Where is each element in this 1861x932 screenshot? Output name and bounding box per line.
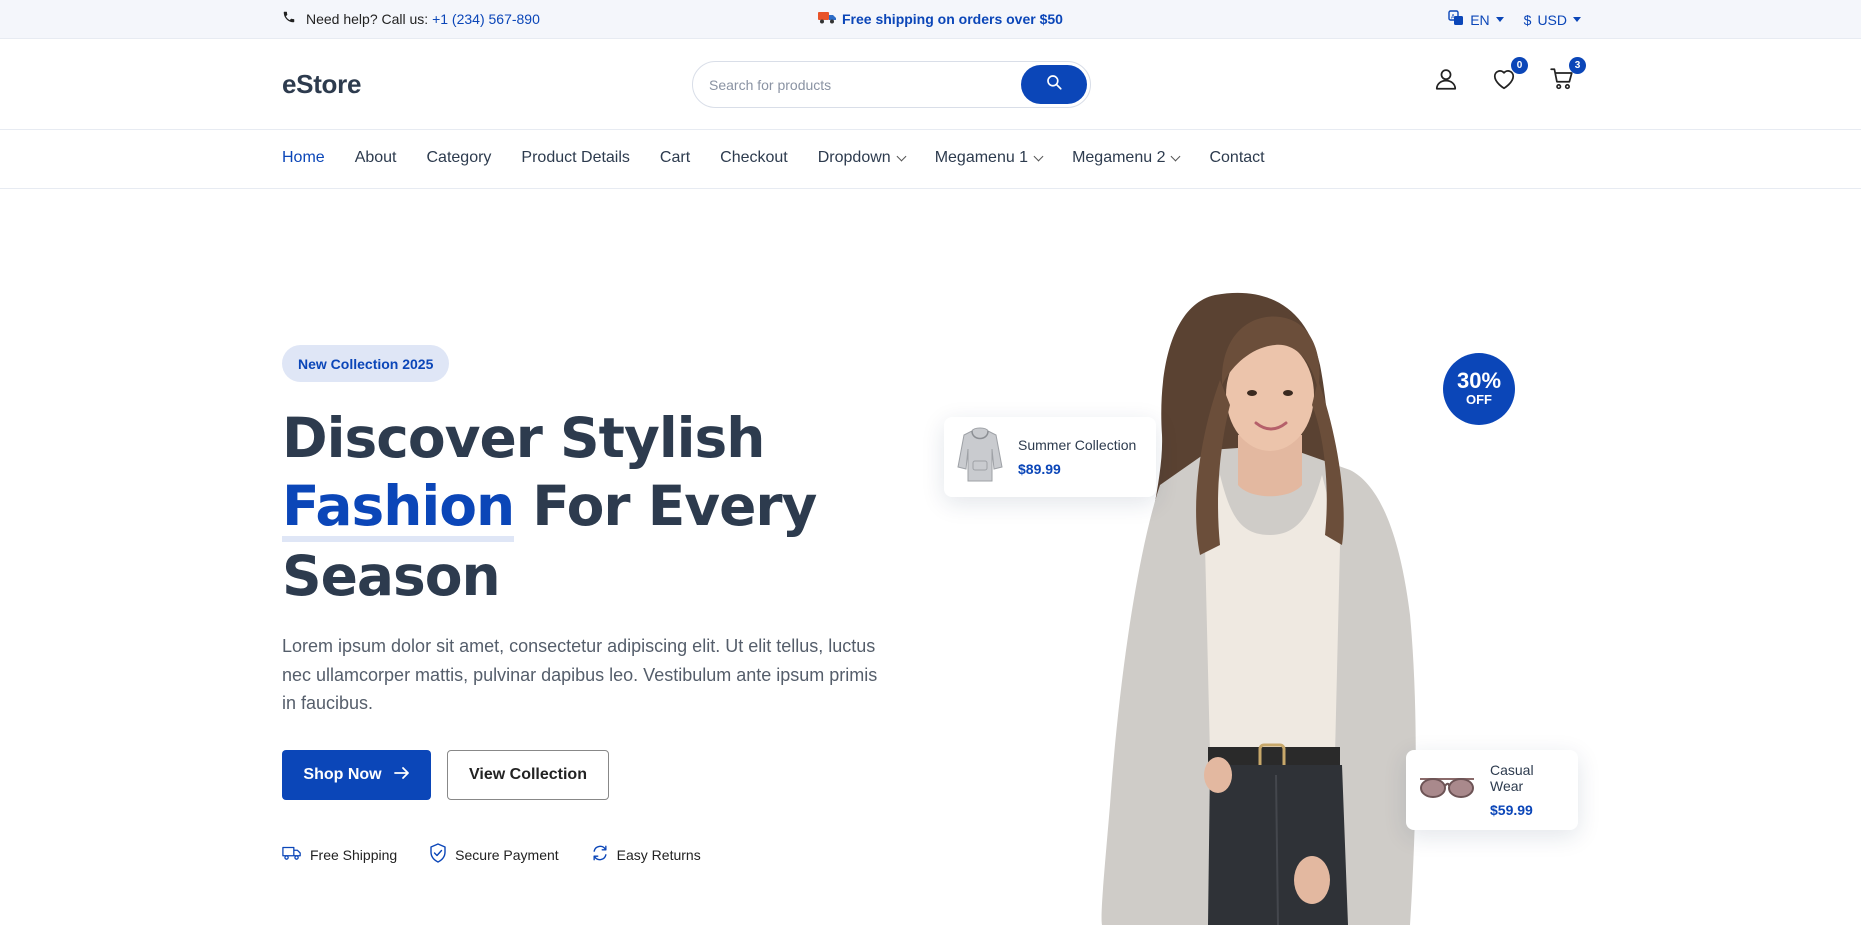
locale-selectors: A EN $ USD bbox=[1448, 10, 1581, 29]
product-card-summer-collection[interactable]: Summer Collection $89.99 bbox=[944, 417, 1156, 497]
feature-label: Easy Returns bbox=[616, 846, 701, 863]
discount-badge: 30% OFF bbox=[1443, 353, 1515, 425]
discount-label: OFF bbox=[1466, 392, 1492, 407]
language-value: EN bbox=[1470, 11, 1490, 28]
headline-accent: Fashion bbox=[282, 476, 515, 542]
card-title: Summer Collection bbox=[1018, 437, 1137, 453]
shop-now-label: Shop Now bbox=[303, 766, 382, 783]
language-select[interactable]: A EN bbox=[1448, 10, 1504, 29]
nav-item-about[interactable]: About bbox=[355, 149, 397, 167]
truck-icon bbox=[818, 10, 836, 27]
nav-item-label: Megamenu 1 bbox=[934, 149, 1029, 166]
shipping-text: Free shipping on orders over $50 bbox=[842, 10, 1063, 27]
card-title: Casual Wear bbox=[1490, 762, 1534, 794]
headline-line-2: For Every bbox=[514, 474, 817, 538]
translate-icon: A bbox=[1448, 10, 1464, 29]
collection-badge: New Collection 2025 bbox=[282, 345, 450, 382]
search-icon bbox=[1045, 73, 1063, 96]
header-actions: 0 3 bbox=[1430, 57, 1586, 97]
feature-easy-returns: Easy Returns bbox=[591, 843, 701, 866]
feature-label: Secure Payment bbox=[455, 846, 559, 863]
shipping-notice: Free shipping on orders over $50 bbox=[818, 10, 1063, 27]
card-price: $89.99 bbox=[1018, 461, 1061, 477]
sunglasses-image bbox=[1418, 773, 1476, 808]
header: eStore 0 3 bbox=[0, 39, 1861, 130]
caret-down-icon bbox=[1495, 17, 1504, 22]
phone-link[interactable]: +1 (234) 567-890 bbox=[432, 11, 540, 27]
nav-item-label: Checkout bbox=[720, 149, 788, 166]
feature-list: Free Shipping Secure Payment Easy Return… bbox=[282, 843, 701, 866]
cart-count-badge: 3 bbox=[1569, 57, 1586, 74]
nav-item-contact[interactable]: Contact bbox=[1209, 149, 1264, 167]
nav-item-megamenu-1[interactable]: Megamenu 1 bbox=[934, 149, 1044, 167]
search-button[interactable] bbox=[1021, 65, 1087, 104]
nav-item-home[interactable]: Home bbox=[282, 149, 325, 167]
currency-symbol: $ bbox=[1523, 11, 1532, 28]
feature-free-shipping: Free Shipping bbox=[282, 843, 397, 866]
nav-item-category[interactable]: Category bbox=[427, 149, 492, 167]
nav-item-label: Home bbox=[282, 149, 325, 166]
shop-now-button[interactable]: Shop Now bbox=[282, 750, 431, 800]
view-collection-button[interactable]: View Collection bbox=[447, 750, 609, 800]
shield-check-icon bbox=[429, 843, 447, 866]
nav-item-label: Megamenu 2 bbox=[1072, 149, 1166, 166]
product-card-casual-wear[interactable]: Casual Wear $59.99 bbox=[1406, 750, 1578, 830]
nav-item-label: Contact bbox=[1209, 149, 1265, 166]
hero-model-image bbox=[1080, 285, 1440, 926]
chevron-down-icon bbox=[1033, 151, 1044, 161]
nav-item-product-details[interactable]: Product Details bbox=[521, 149, 630, 167]
top-bar: Need help? Call us: +1 (234) 567-890 Fre… bbox=[0, 0, 1861, 39]
truck-icon bbox=[282, 845, 302, 864]
card-price: $59.99 bbox=[1490, 802, 1533, 818]
nav-item-megamenu-2[interactable]: Megamenu 2 bbox=[1072, 149, 1181, 167]
search-bar bbox=[692, 61, 1091, 108]
feature-secure-payment: Secure Payment bbox=[429, 843, 559, 866]
account-button[interactable] bbox=[1430, 65, 1462, 97]
main-nav: Home About Category Product Details Cart… bbox=[0, 130, 1861, 189]
logo[interactable]: eStore bbox=[282, 69, 361, 100]
nav-item-label: Dropdown bbox=[817, 149, 891, 166]
nav-item-label: Cart bbox=[659, 149, 691, 166]
feature-label: Free Shipping bbox=[310, 846, 398, 863]
hero-headline: Discover Stylish Fashion For Every Seaso… bbox=[282, 404, 842, 610]
nav-item-dropdown[interactable]: Dropdown bbox=[817, 149, 907, 167]
phone-icon bbox=[282, 10, 296, 27]
wishlist-count-badge: 0 bbox=[1511, 57, 1528, 74]
hoodie-image bbox=[956, 427, 1004, 488]
chevron-down-icon bbox=[1171, 151, 1181, 161]
nav-item-label: Category bbox=[426, 149, 492, 166]
headline-line-3: Season bbox=[282, 544, 501, 608]
nav-item-label: Product Details bbox=[521, 149, 630, 166]
hero-description: Lorem ipsum dolor sit amet, consectetur … bbox=[282, 636, 878, 713]
user-icon bbox=[1433, 66, 1459, 97]
cart-button[interactable]: 3 bbox=[1546, 57, 1586, 97]
wishlist-button[interactable]: 0 bbox=[1488, 57, 1528, 97]
nav-item-label: About bbox=[354, 149, 397, 166]
headline-line-1: Discover Stylish bbox=[282, 406, 765, 470]
nav-item-cart[interactable]: Cart bbox=[660, 149, 690, 167]
arrow-right-icon bbox=[393, 766, 410, 785]
refresh-icon bbox=[591, 844, 609, 865]
help-text: Need help? Call us: bbox=[306, 10, 429, 27]
currency-select[interactable]: $ USD bbox=[1524, 10, 1581, 29]
caret-down-icon bbox=[1573, 17, 1581, 22]
help-contact: Need help? Call us: +1 (234) 567-890 bbox=[282, 10, 540, 27]
currency-value: USD bbox=[1537, 11, 1567, 28]
discount-percent: 30% bbox=[1456, 368, 1502, 393]
search-input[interactable] bbox=[709, 62, 1009, 107]
chevron-down-icon bbox=[896, 151, 907, 161]
nav-item-checkout[interactable]: Checkout bbox=[720, 149, 788, 167]
